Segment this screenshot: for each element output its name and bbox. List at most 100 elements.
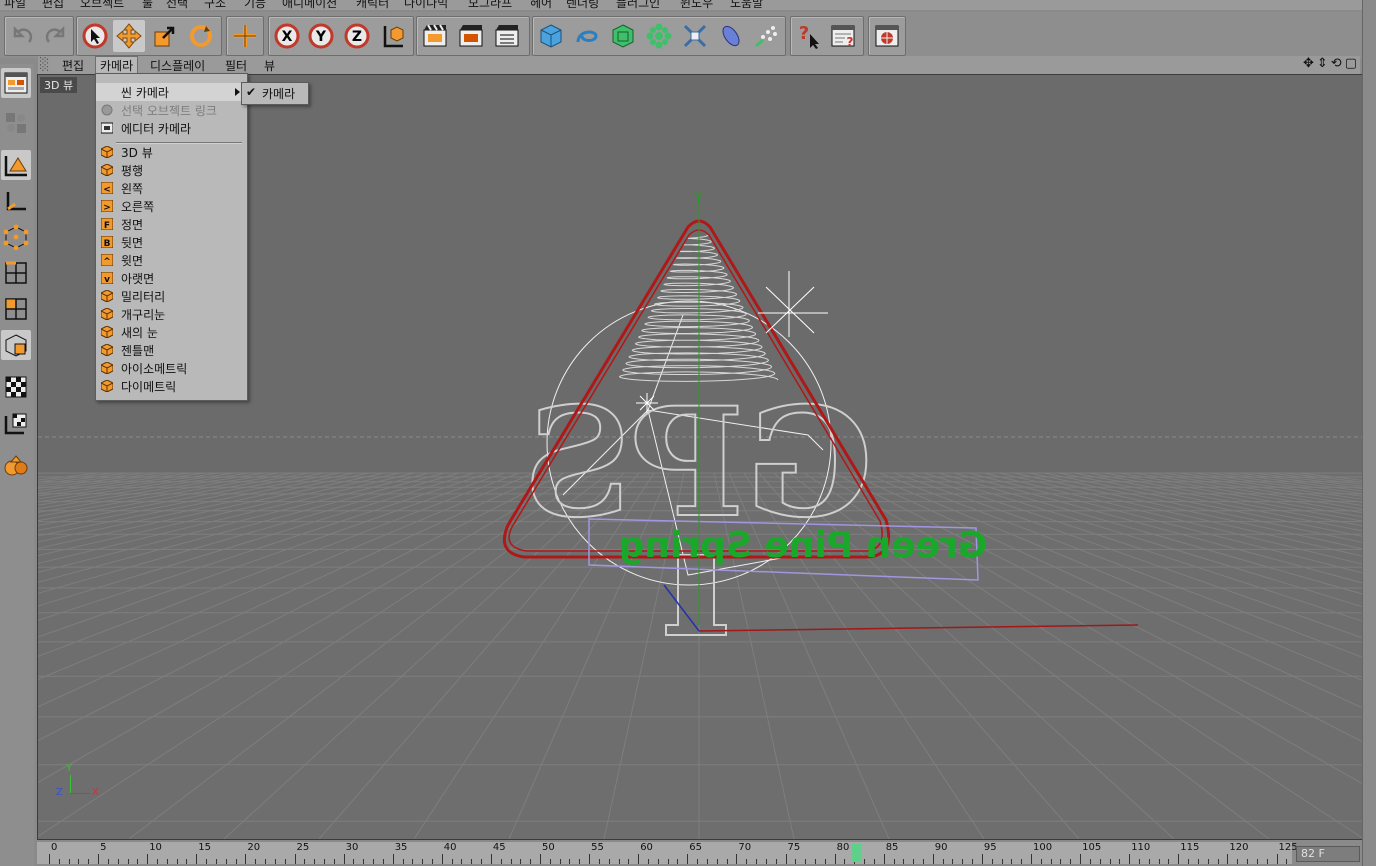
camera-menu-item[interactable]: B 뒷면 bbox=[96, 233, 247, 251]
back-view-icon: B bbox=[100, 235, 114, 249]
live-select-icon[interactable] bbox=[79, 20, 111, 52]
camera-menu-item[interactable]: F 정면 bbox=[96, 215, 247, 233]
cube-primitive-icon[interactable] bbox=[535, 20, 567, 52]
front-view-icon: F bbox=[100, 217, 114, 231]
camera-menu-item[interactable]: 3D 뷰 bbox=[96, 143, 247, 161]
edit-mode-icon[interactable] bbox=[1, 108, 31, 138]
spline-icon[interactable] bbox=[571, 20, 603, 52]
camera-menu-item[interactable]: ^ 윗면 bbox=[96, 251, 247, 269]
svg-text:B: B bbox=[104, 239, 111, 248]
model-mode-icon[interactable] bbox=[1, 150, 31, 180]
undo-icon[interactable] bbox=[7, 20, 39, 52]
nurbs-icon[interactable] bbox=[607, 20, 639, 52]
camera-menu-item[interactable]: v 아랫면 bbox=[96, 269, 247, 287]
sculpt-icon[interactable] bbox=[1, 450, 31, 480]
view-menu-filter[interactable]: 필터 bbox=[221, 57, 251, 74]
camera-menu-item[interactable]: 개구리눈 bbox=[96, 305, 247, 323]
texture-mode-icon[interactable] bbox=[1, 372, 31, 402]
camera-menu-item[interactable]: 씬 카메라 bbox=[96, 83, 247, 101]
svg-text:v: v bbox=[104, 275, 110, 284]
viewport-layout-icon[interactable] bbox=[1, 68, 31, 98]
move-icon[interactable] bbox=[113, 20, 145, 52]
current-frame-field[interactable]: 82 F bbox=[1296, 846, 1360, 862]
deformer-icon[interactable] bbox=[679, 20, 711, 52]
camera-menu-item[interactable]: 평행 bbox=[96, 161, 247, 179]
coordinate-icon[interactable] bbox=[229, 20, 261, 52]
workplane-icon[interactable] bbox=[1, 408, 31, 438]
scene-object-icon[interactable] bbox=[715, 20, 747, 52]
pan-icon[interactable]: ✥ bbox=[1303, 56, 1317, 71]
uv-mode-icon[interactable] bbox=[1, 330, 31, 360]
bottom-view-icon: v bbox=[100, 271, 114, 285]
camera-menu-item[interactable]: 아이소메트릭 bbox=[96, 359, 247, 377]
render-picture-viewer-icon[interactable] bbox=[455, 20, 487, 52]
timeline-tick-label: 65 bbox=[689, 842, 703, 853]
main-toolbar: X Y Z ? ? bbox=[0, 12, 1376, 58]
browser-icon[interactable] bbox=[871, 20, 903, 52]
render-settings-icon[interactable] bbox=[491, 20, 523, 52]
menu-0[interactable]: 파일 bbox=[4, 0, 26, 10]
orbit-icon[interactable]: ⟲ bbox=[1331, 56, 1345, 71]
view-menu-display[interactable]: 디스플레이 bbox=[146, 57, 209, 74]
points-mode-icon[interactable] bbox=[1, 222, 31, 252]
camera-menu-item[interactable]: 젠틀맨 bbox=[96, 341, 247, 359]
menu-2[interactable]: 오브젝트 bbox=[80, 0, 124, 10]
timeline-tick-label: 85 bbox=[885, 842, 899, 853]
menu-8[interactable]: 캐릭터 bbox=[356, 0, 389, 10]
bird-view-icon bbox=[100, 325, 114, 339]
edges-mode-icon[interactable] bbox=[1, 258, 31, 288]
svg-text:?: ? bbox=[847, 35, 854, 49]
array-icon[interactable] bbox=[643, 20, 675, 52]
render-group bbox=[416, 16, 530, 56]
view-menu-camera[interactable]: 카메라 bbox=[95, 56, 139, 74]
world-coordinate-icon[interactable] bbox=[377, 20, 409, 52]
help-pointer-icon[interactable]: ? bbox=[793, 20, 825, 52]
camera-menu-item[interactable]: < 왼쪽 bbox=[96, 179, 247, 197]
menu-6[interactable]: 기능 bbox=[244, 0, 266, 10]
menu-14[interactable]: 윈도우 bbox=[680, 0, 713, 10]
menu-12[interactable]: 렌더링 bbox=[566, 0, 599, 10]
dolly-icon[interactable]: ⇕ bbox=[1317, 56, 1331, 71]
menu-3[interactable]: 툴 bbox=[142, 0, 153, 10]
redo-icon[interactable] bbox=[39, 20, 71, 52]
menu-10[interactable]: 모그라프 bbox=[468, 0, 512, 10]
svg-text:Y: Y bbox=[315, 29, 327, 45]
timeline-ruler[interactable]: 0 5 10 15 20 25 30 35 40 45 50 55 60 65 70 75 80 85 90 95 10… bbox=[37, 842, 1298, 864]
view-menu-edit[interactable]: 편집 bbox=[58, 57, 88, 74]
particle-icon[interactable] bbox=[751, 20, 783, 52]
timeline-tick-label: 55 bbox=[591, 842, 604, 853]
maximize-view-icon[interactable]: ▢ bbox=[1345, 56, 1360, 71]
scale-icon[interactable] bbox=[149, 20, 181, 52]
submenu-item-camera[interactable]: 카메라 bbox=[262, 85, 295, 102]
menu-15[interactable]: 도움말 bbox=[730, 0, 763, 10]
timeline-tick-label: 75 bbox=[787, 842, 801, 853]
camera-menu-item[interactable]: 에디터 카메라 bbox=[96, 119, 247, 137]
camera-menu-item-label: 3D 뷰 bbox=[121, 145, 153, 160]
left-toolbar bbox=[0, 64, 34, 866]
camera-menu-item[interactable]: 새의 눈 bbox=[96, 323, 247, 341]
object-axis-icon[interactable] bbox=[1, 186, 31, 216]
camera-menu-item[interactable]: > 오른쪽 bbox=[96, 197, 247, 215]
camera-menu-item[interactable]: 다이메트릭 bbox=[96, 377, 247, 395]
menu-1[interactable]: 편집 bbox=[42, 0, 64, 10]
layout-settings-icon[interactable]: ? bbox=[827, 20, 859, 52]
polygons-mode-icon[interactable] bbox=[1, 294, 31, 324]
menu-7[interactable]: 애니메이션 bbox=[282, 0, 337, 10]
render-view-icon[interactable] bbox=[419, 20, 451, 52]
menu-4[interactable]: 선택 bbox=[166, 0, 188, 10]
checkmark-icon: ✔ bbox=[246, 85, 257, 99]
y-axis-lock-icon[interactable]: Y bbox=[305, 20, 337, 52]
help-group: ? ? bbox=[790, 16, 864, 56]
menu-13[interactable]: 플러그인 bbox=[616, 0, 660, 10]
x-axis-lock-icon[interactable]: X bbox=[271, 20, 303, 52]
view-menu-view[interactable]: 뷰 bbox=[260, 57, 279, 74]
timeline-playhead[interactable] bbox=[852, 844, 861, 862]
rotate-icon[interactable] bbox=[185, 20, 217, 52]
timeline-tick-label: 35 bbox=[394, 842, 408, 853]
menu-5[interactable]: 구조 bbox=[204, 0, 226, 10]
z-axis-lock-icon[interactable]: Z bbox=[341, 20, 373, 52]
camera-menu-item[interactable]: 밀리터리 bbox=[96, 287, 247, 305]
menu-11[interactable]: 헤어 bbox=[530, 0, 552, 10]
military-view-icon bbox=[100, 289, 114, 303]
menu-9[interactable]: 다이나믹 bbox=[404, 0, 448, 10]
